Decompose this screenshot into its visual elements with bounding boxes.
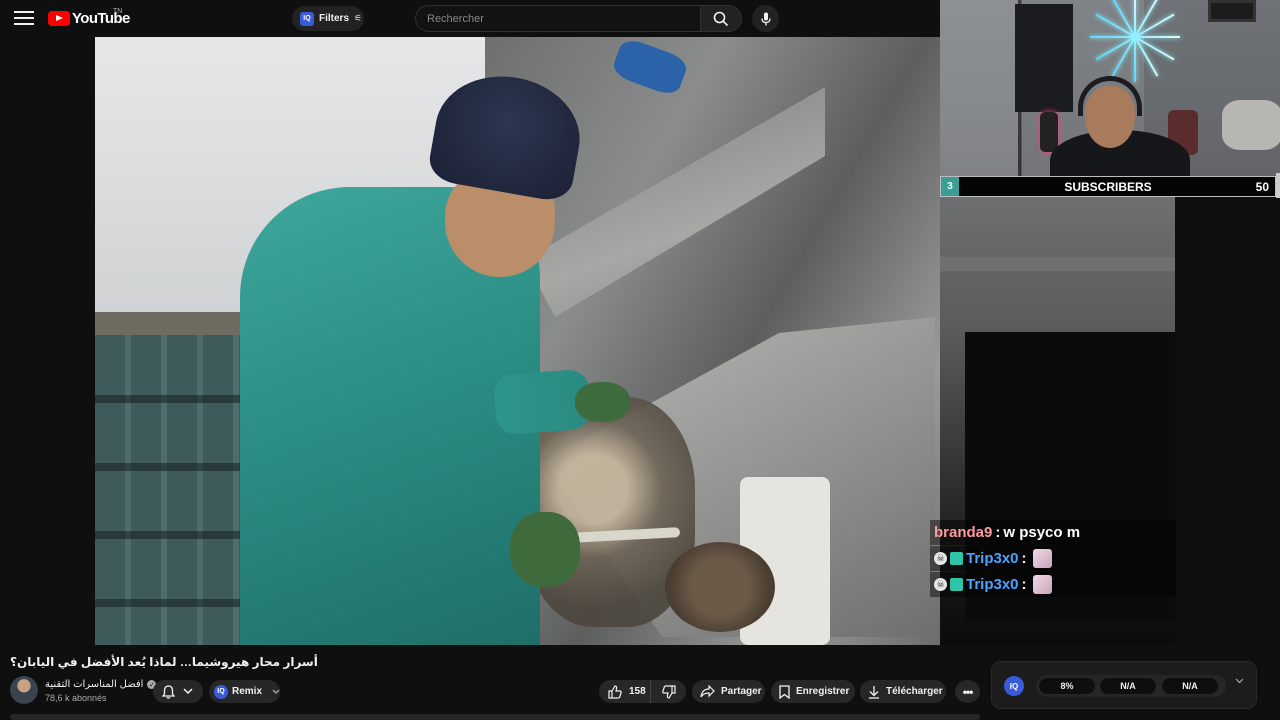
subscriber-goal-bar: 3 SUBSCRIBERS 50 [940,173,1280,198]
channel-name-row[interactable]: افضل المناسرات التقنية ✓ [45,679,157,690]
iq-extension-icon: IQ [214,684,228,699]
thumbs-down-icon [661,684,676,699]
goal-bar-edge [1276,173,1280,198]
subscriber-count-text: 78,6 k abonnés [45,693,107,703]
youtube-logo-icon[interactable] [48,11,70,26]
bell-icon [162,684,175,699]
extension-stat: N/A [1162,678,1218,694]
notifications-button[interactable] [153,680,203,703]
chat-separator: : [1021,550,1027,567]
search-input[interactable] [427,12,700,25]
extension-stat: N/A [1100,678,1156,694]
chevron-down-icon[interactable] [1235,678,1244,684]
more-actions-button[interactable]: ••• [955,680,980,703]
video-scene-glove [575,382,630,422]
microphone-icon [760,12,771,25]
chat-username: Trip3x0 [966,550,1019,567]
search-button[interactable] [700,5,742,32]
download-button[interactable]: Télécharger [860,680,946,703]
share-icon [700,685,715,698]
subscriber-badge-icon [950,578,963,591]
download-label: Télécharger [886,686,943,697]
thumbs-up-icon [608,684,622,699]
chat-message: branda9 : w psyco m [930,520,1176,545]
share-button[interactable]: Partager [692,680,765,703]
voice-search-button[interactable] [752,5,779,32]
masthead: YouTube TN IQ Filters ⚟ [0,0,940,37]
video-scene-basket [665,542,775,632]
dislike-button[interactable] [651,680,686,703]
extension-stats: 8% N/A N/A [1036,675,1226,697]
more-icon: ••• [962,684,974,699]
webcam-microphone [1040,112,1058,152]
webcam-pillow [1222,100,1280,150]
subscriber-goal-label: SUBSCRIBERS [1064,180,1152,194]
chat-message: ☠ Trip3x0 : [930,546,1176,571]
chat-text: w psyco m [1003,524,1081,541]
remix-button[interactable]: IQ Remix [209,680,280,703]
chat-overlay: branda9 : w psyco m ☠ Trip3x0 : ☠ Trip3x… [930,520,1176,598]
subscriber-badge-icon [950,552,963,565]
bookmark-icon [779,684,790,699]
chevron-down-icon [272,689,280,694]
chat-username: branda9 [934,524,993,541]
tune-icon: ⚟ [354,13,363,23]
stream-background-rail [940,257,1175,271]
remix-label: Remix [231,686,262,697]
video-scene-glove [510,512,580,587]
save-label: Enregistrer [796,686,850,697]
download-icon [869,685,879,699]
channel-avatar[interactable] [10,676,38,704]
iq-extension-icon: IQ [300,11,314,26]
skull-badge-icon: ☠ [934,578,947,591]
search-box [415,5,700,32]
like-count: 158 [629,686,646,697]
emote-icon [1032,549,1052,568]
iq-extension-icon[interactable]: IQ [1004,676,1024,696]
emote-icon [1032,575,1052,594]
channel-name[interactable]: افضل المناسرات التقنية [45,679,143,690]
chat-username: Trip3x0 [966,576,1019,593]
country-code: TN [113,8,123,15]
video-player[interactable] [95,37,940,645]
skull-badge-icon: ☠ [934,552,947,565]
chat-separator: : [995,524,1001,541]
webcam-light-star-icon [1090,0,1180,82]
filters-label: Filters [319,13,350,24]
chevron-down-icon [183,688,193,695]
filters-button[interactable]: IQ Filters ⚟ [292,6,364,31]
share-label: Partager [721,686,762,697]
chat-separator: : [1021,576,1027,593]
webcam-overlay [940,0,1280,176]
chat-message: ☠ Trip3x0 : [930,572,1176,597]
right-edge-panel [1175,197,1280,645]
extension-stat: 8% [1039,678,1095,694]
menu-icon[interactable] [14,11,34,25]
webcam-door [1015,4,1073,112]
like-button[interactable]: 158 [599,680,651,703]
video-title: أسرار محار هيروشيما… لماذا يُعد الأفضل ف… [10,655,318,669]
save-button[interactable]: Enregistrer [771,680,855,703]
search-icon [713,11,729,26]
extension-panel: IQ 8% N/A N/A [991,661,1257,709]
webcam-picture-frame [1208,0,1256,22]
description-box-edge [10,714,980,720]
like-dislike-group: 158 [599,680,686,703]
subscriber-goal-target: 50 [1255,180,1269,194]
